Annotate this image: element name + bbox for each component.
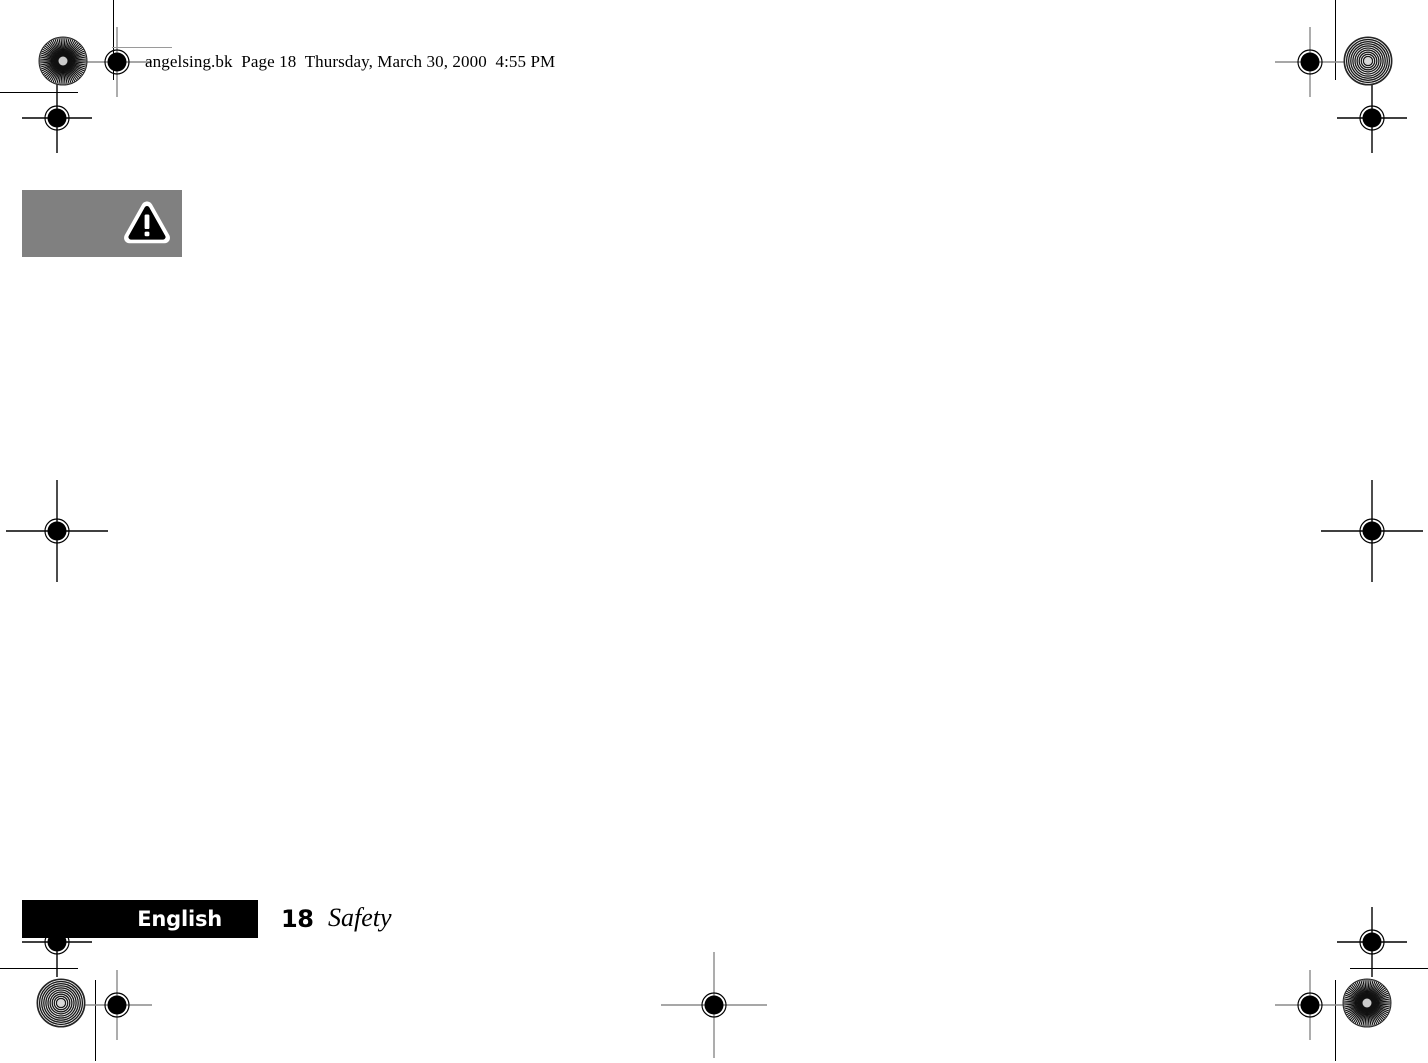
scanned-manual-page: angelsing.bk Page 18 Thursday, March 30,… — [0, 0, 1428, 1061]
footer-language-label: English — [137, 907, 222, 931]
rosette-concentric-top-right — [1343, 36, 1393, 86]
guide-line-right-top — [1335, 0, 1336, 80]
footer-section-title: Safety — [328, 903, 392, 932]
rosette-starburst-bottom-right — [1342, 978, 1392, 1028]
rosette-starburst-top-left — [38, 36, 88, 86]
footer-language-bar: English — [22, 900, 258, 938]
registration-mark-bottom-left-inner — [82, 970, 152, 1040]
registration-mark-middle-right — [1321, 480, 1423, 582]
guide-line-left-top — [113, 0, 114, 80]
registration-mark-top-right — [1337, 83, 1407, 153]
guide-line-right-bottom — [1335, 980, 1336, 1061]
trim-line-bottom-right — [1350, 968, 1428, 969]
trim-line-bottom-left — [0, 968, 78, 969]
trim-line-top-left — [0, 92, 78, 93]
footer-page-number: 18 — [281, 905, 314, 933]
warning-triangle-icon — [122, 198, 172, 248]
rosette-concentric-bottom-left — [36, 978, 86, 1028]
registration-mark-bottom-center — [661, 952, 767, 1058]
caution-callout-box — [22, 190, 182, 257]
registration-mark-middle-left — [6, 480, 108, 582]
registration-mark-top-left-inner — [82, 27, 152, 97]
guide-line-left-bottom — [95, 980, 96, 1061]
registration-mark-top-left — [22, 83, 92, 153]
document-header-stamp: angelsing.bk Page 18 Thursday, March 30,… — [145, 52, 556, 71]
header-rule — [112, 47, 172, 48]
registration-mark-bottom-right — [1337, 907, 1407, 977]
